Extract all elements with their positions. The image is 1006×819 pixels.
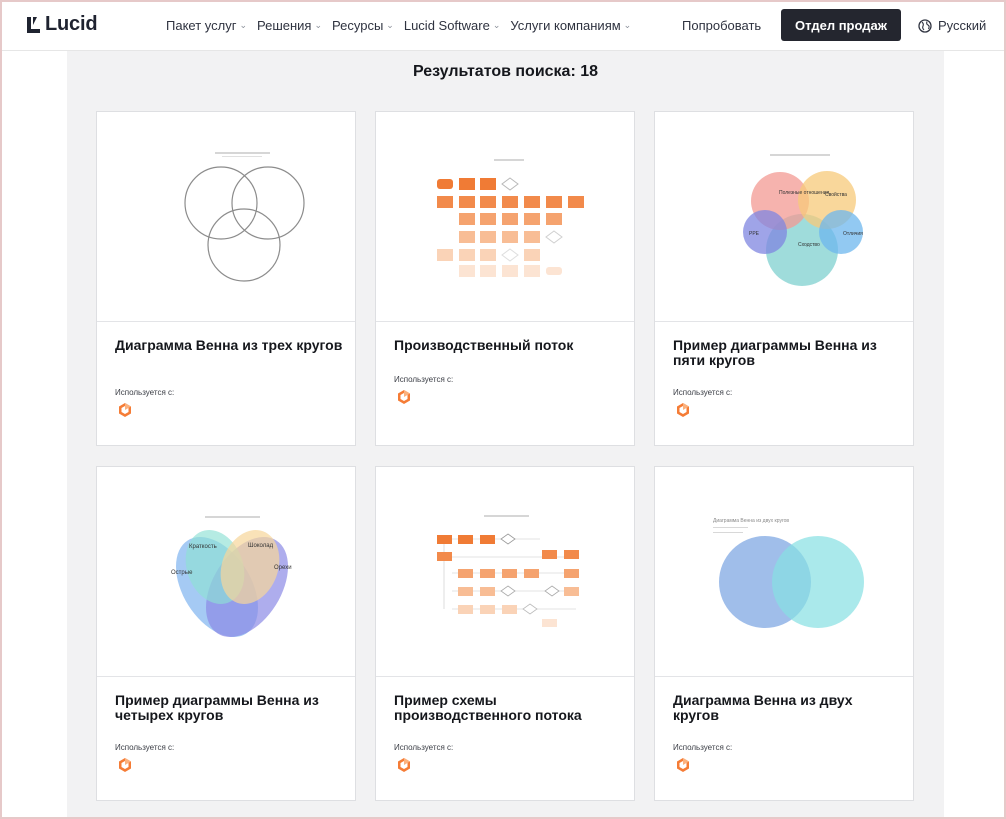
used-with-label: Используется с: — [115, 743, 175, 752]
nav-item-solutions[interactable]: Решения ⌄ — [257, 18, 322, 33]
lucid-logo-icon — [27, 16, 40, 33]
lucidchart-icon — [677, 758, 689, 772]
template-thumbnail: Полезные отношения Свойства PPE Отличия … — [655, 112, 913, 322]
lucidchart-icon — [119, 758, 131, 772]
used-with-label: Используется с: — [115, 388, 175, 397]
flowchart-thumbnail — [437, 159, 584, 277]
template-thumbnail — [376, 112, 634, 322]
template-card[interactable]: Пример схемы производственного потока Ис… — [375, 466, 635, 801]
venn-label: Шоколад — [248, 543, 274, 549]
venn-label: Полезные отношения — [779, 190, 830, 196]
lucidchart-icon — [119, 403, 131, 417]
template-thumbnail — [97, 112, 355, 322]
used-with-label: Используется с: — [673, 388, 733, 397]
template-card[interactable]: Краткость Шоколад Острые Орехи Пример ди… — [96, 466, 356, 801]
template-title: Пример диаграммы Венна из пяти кругов — [673, 337, 877, 368]
used-with-label: Используется с: — [673, 743, 733, 752]
venn-label: Свойства — [825, 191, 847, 198]
chevron-down-icon: ⌄ — [314, 20, 323, 30]
logo-text: Lucid — [45, 13, 98, 35]
try-link[interactable]: Попробовать — [682, 18, 761, 33]
venn-label: PPE — [749, 231, 760, 237]
sales-button[interactable]: Отдел продаж — [781, 9, 901, 41]
used-with-label: Используется с: — [394, 743, 454, 752]
nav-label: Lucid Software — [403, 18, 490, 33]
results-area: Результатов поиска: 18 Диаграмма Венна и… — [67, 51, 944, 817]
chevron-down-icon: ⌄ — [386, 20, 394, 30]
template-thumbnail — [376, 467, 634, 677]
template-card[interactable]: Диаграмма Венна из трех кругов Используе… — [96, 111, 356, 446]
template-title: Пример диаграммы Венна из четырех кругов — [115, 692, 319, 723]
venn-label: Острые — [171, 570, 193, 576]
template-title: Пример схемы производственного потока — [394, 692, 582, 723]
used-with-label: Используется с: — [394, 375, 454, 384]
venn-label: Краткость — [189, 544, 217, 550]
results-count-title: Результатов поиска: 18 — [412, 63, 599, 80]
venn-label: Орехи — [274, 565, 292, 571]
chevron-down-icon: ⌄ — [239, 20, 247, 30]
venn-label: Сходство — [798, 242, 820, 248]
lucidchart-icon — [677, 403, 689, 417]
nav-label: Пакет услуг — [166, 18, 237, 33]
venn-title: Диаграмма Венна из двух кругов — [713, 518, 789, 524]
template-title: Диаграмма Венна из трех кругов — [115, 337, 343, 353]
five-circle-venn-thumbnail: Полезные отношения Свойства PPE Отличия … — [743, 154, 863, 286]
template-thumbnail: Диаграмма Венна из двух кругов — [655, 467, 913, 677]
globe-icon — [918, 18, 932, 33]
template-card[interactable]: Диаграмма Венна из двух кругов Диаграмма… — [654, 466, 914, 801]
template-card[interactable]: Производственный поток Используется с: — [375, 111, 635, 446]
three-circle-venn-thumbnail — [184, 152, 305, 282]
two-circle-venn-thumbnail: Диаграмма Венна из двух кругов — [713, 518, 864, 628]
nav-item-enterprise[interactable]: Услуги компаниям ⌄ — [510, 18, 631, 33]
main-nav: Пакет услуг ⌄ Решения ⌄ Ресурсы ⌄ Lucid … — [166, 18, 641, 33]
template-card[interactable]: Полезные отношения Свойства PPE Отличия … — [654, 111, 914, 446]
flowchart-example-thumbnail — [437, 515, 579, 627]
template-title: Производственный поток — [394, 337, 574, 353]
nav-item-lucid-software[interactable]: Lucid Software ⌄ — [404, 18, 501, 33]
template-title: Диаграмма Венна из двух кругов — [673, 692, 853, 723]
venn-label: Отличия — [843, 231, 863, 237]
top-nav-bar: Lucid Пакет услуг ⌄ Решения ⌄ Ресурсы ⌄ … — [2, 2, 1004, 51]
chevron-down-icon: ⌄ — [623, 20, 632, 30]
template-thumbnail: Краткость Шоколад Острые Орехи — [97, 467, 355, 677]
language-selector[interactable]: Русский — [918, 18, 986, 33]
nav-label: Ресурсы — [332, 18, 384, 33]
lucidchart-icon — [398, 390, 410, 404]
nav-item-packages[interactable]: Пакет услуг ⌄ — [166, 18, 247, 33]
nav-label: Услуги компаниям — [510, 18, 621, 33]
language-label: Русский — [938, 18, 987, 33]
four-circle-venn-thumbnail: Краткость Шоколад Острые Орехи — [171, 516, 292, 638]
chevron-down-icon: ⌄ — [492, 20, 501, 30]
lucidchart-icon — [398, 758, 410, 772]
lucid-logo[interactable]: Lucid — [26, 13, 98, 36]
nav-item-resources[interactable]: Ресурсы ⌄ — [332, 18, 394, 33]
nav-label: Решения — [257, 18, 312, 33]
